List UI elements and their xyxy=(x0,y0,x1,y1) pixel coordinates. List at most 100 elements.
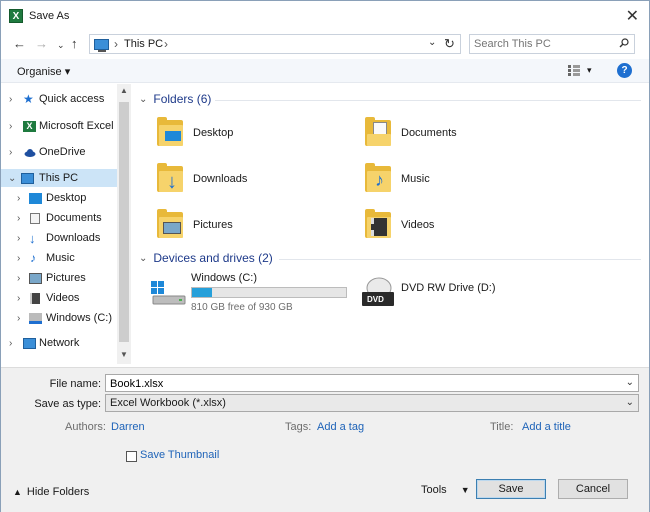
organise-menu-button[interactable]: Organise ▾ xyxy=(17,65,70,78)
sidebar-item-pictures[interactable]: › Pictures xyxy=(1,269,117,287)
folder-tile-music[interactable]: ♪ Music xyxy=(363,162,553,202)
save-thumbnail-label[interactable]: Save Thumbnail xyxy=(140,449,219,461)
sidebar-item-desktop[interactable]: › Desktop xyxy=(1,189,117,207)
tools-label: Tools xyxy=(421,484,447,496)
recent-locations-chevron-icon[interactable]: ⌄ xyxy=(57,40,65,51)
title-bar: X Save As ✕ xyxy=(1,1,649,31)
file-name-input[interactable] xyxy=(110,377,589,390)
breadcrumb-separator-icon[interactable]: › xyxy=(114,37,118,51)
sidebar-item-videos[interactable]: › Videos xyxy=(1,289,117,307)
chevron-right-icon[interactable]: › xyxy=(17,213,20,224)
drive-tile-windows-c[interactable]: Windows (C:) 810 GB free of 930 GB xyxy=(149,272,359,316)
chevron-right-icon[interactable]: › xyxy=(17,253,20,264)
chevron-right-icon[interactable]: › xyxy=(17,313,20,324)
sidebar-item-label: Network xyxy=(39,337,80,349)
sidebar-item-label: Pictures xyxy=(46,272,86,284)
tags-label: Tags: xyxy=(285,421,312,433)
dvd-drive-icon: DVD xyxy=(362,277,394,306)
sidebar-item-quick-access[interactable]: › ★ Quick access xyxy=(1,90,117,108)
download-icon: ↓ xyxy=(29,230,36,246)
folder-tile-desktop[interactable]: Desktop xyxy=(155,116,345,156)
folder-tile-pictures[interactable]: Pictures xyxy=(155,208,345,248)
chevron-right-icon[interactable]: › xyxy=(9,94,12,105)
refresh-icon[interactable]: ↻ xyxy=(444,36,455,52)
forward-arrow-icon[interactable]: → xyxy=(35,36,48,51)
sidebar-item-downloads[interactable]: › ↓ Downloads xyxy=(1,229,117,247)
drives-group-title: Devices and drives (2) xyxy=(153,251,273,265)
sidebar-item-documents[interactable]: › Documents xyxy=(1,209,117,227)
save-thumbnail-checkbox[interactable] xyxy=(126,451,137,462)
tools-menu-button[interactable]: Tools ▼ xyxy=(421,484,470,496)
downloads-folder-icon: ↓ xyxy=(155,162,185,194)
chevron-right-icon[interactable]: › xyxy=(17,293,20,304)
cancel-button[interactable]: Cancel xyxy=(558,479,628,499)
file-name-field[interactable]: ⌄ xyxy=(105,374,639,392)
search-input[interactable] xyxy=(474,37,612,51)
chevron-right-icon[interactable]: › xyxy=(17,273,20,284)
tags-value[interactable]: Add a tag xyxy=(317,421,364,433)
drive-label: DVD RW Drive (D:) xyxy=(401,282,496,294)
file-list-pane: ⌄ Folders (6) Desktop Documents ↓ Downlo… xyxy=(133,84,649,364)
chevron-right-icon[interactable]: › xyxy=(9,147,12,158)
chevron-down-icon[interactable]: ⌄ xyxy=(139,94,147,105)
close-icon[interactable]: ✕ xyxy=(626,6,639,26)
breadcrumb-separator-icon[interactable]: › xyxy=(164,37,168,51)
drive-tile-dvd-rw[interactable]: DVD DVD RW Drive (D:) xyxy=(359,272,569,316)
scroll-up-icon[interactable]: ▲ xyxy=(120,86,128,95)
breadcrumb-this-pc[interactable]: This PC xyxy=(124,38,163,50)
search-box[interactable] xyxy=(469,34,635,54)
windows-drive-icon xyxy=(151,281,186,305)
chevron-right-icon[interactable]: › xyxy=(17,193,20,204)
sidebar-item-onedrive[interactable]: › OneDrive xyxy=(1,143,117,161)
scrollbar-thumb[interactable] xyxy=(119,102,129,342)
change-view-icon[interactable] xyxy=(567,64,581,77)
sidebar-item-microsoft-excel[interactable]: › X Microsoft Excel xyxy=(1,117,117,135)
folder-tile-downloads[interactable]: ↓ Downloads xyxy=(155,162,345,202)
up-arrow-icon[interactable]: ↑ xyxy=(71,36,78,51)
sidebar-item-music[interactable]: › ♪ Music xyxy=(1,249,117,267)
back-arrow-icon[interactable]: ← xyxy=(13,36,26,51)
address-dropdown-icon[interactable]: ⌄ xyxy=(428,37,436,48)
chevron-right-icon[interactable]: › xyxy=(9,338,12,349)
chevron-down-icon[interactable]: ⌄ xyxy=(139,253,147,264)
folder-label: Documents xyxy=(401,127,457,139)
star-icon: ★ xyxy=(23,91,34,106)
folders-group-header[interactable]: ⌄ Folders (6) xyxy=(139,92,211,106)
chevron-right-icon[interactable]: › xyxy=(17,233,20,244)
sidebar-item-this-pc[interactable]: ⌄ This PC xyxy=(1,169,117,187)
save-button[interactable]: Save xyxy=(476,479,546,499)
hide-folders-label: Hide Folders xyxy=(26,486,90,498)
chevron-down-icon[interactable]: ⌄ xyxy=(8,173,16,184)
desktop-folder-icon xyxy=(155,116,185,148)
folders-group-title: Folders (6) xyxy=(153,92,212,106)
view-options-dropdown-icon[interactable]: ▾ xyxy=(587,65,592,76)
navigation-pane-scrollbar[interactable]: ▲ ▼ xyxy=(117,84,131,364)
folder-tile-videos[interactable]: Videos xyxy=(363,208,553,248)
chevron-down-icon[interactable]: ⌄ xyxy=(626,377,634,388)
sidebar-item-network[interactable]: › Network xyxy=(1,334,117,352)
authors-label: Authors: xyxy=(65,421,106,433)
chevron-right-icon[interactable]: › xyxy=(9,121,12,132)
hide-folders-button[interactable]: ▲ Hide Folders xyxy=(13,486,89,498)
drives-group-header[interactable]: ⌄ Devices and drives (2) xyxy=(139,251,273,265)
drive-usage-bar xyxy=(191,287,347,298)
computer-icon xyxy=(21,172,34,184)
folder-tile-documents[interactable]: Documents xyxy=(363,116,553,156)
chevron-down-icon[interactable]: ⌄ xyxy=(626,397,634,408)
sidebar-item-label: Music xyxy=(46,252,75,264)
navigation-pane: › ★ Quick access › X Microsoft Excel › O… xyxy=(1,84,117,364)
sidebar-item-label: OneDrive xyxy=(39,146,86,158)
title-label: Title: xyxy=(490,421,514,433)
address-bar[interactable]: › This PC › ⌄ ↻ xyxy=(89,34,461,54)
search-icon[interactable] xyxy=(619,38,629,48)
title-value[interactable]: Add a title xyxy=(522,421,571,433)
folder-label: Pictures xyxy=(193,219,233,231)
sidebar-item-windows-c[interactable]: › Windows (C:) xyxy=(1,309,117,327)
chevron-up-icon: ▲ xyxy=(13,487,22,497)
folder-label: Videos xyxy=(401,219,435,231)
authors-value[interactable]: Darren xyxy=(111,421,145,433)
scroll-down-icon[interactable]: ▼ xyxy=(120,350,128,359)
help-icon[interactable]: ? xyxy=(617,63,632,78)
sidebar-item-label: Videos xyxy=(46,292,80,304)
save-as-type-select[interactable]: Excel Workbook (*.xlsx) ⌄ xyxy=(105,394,639,412)
